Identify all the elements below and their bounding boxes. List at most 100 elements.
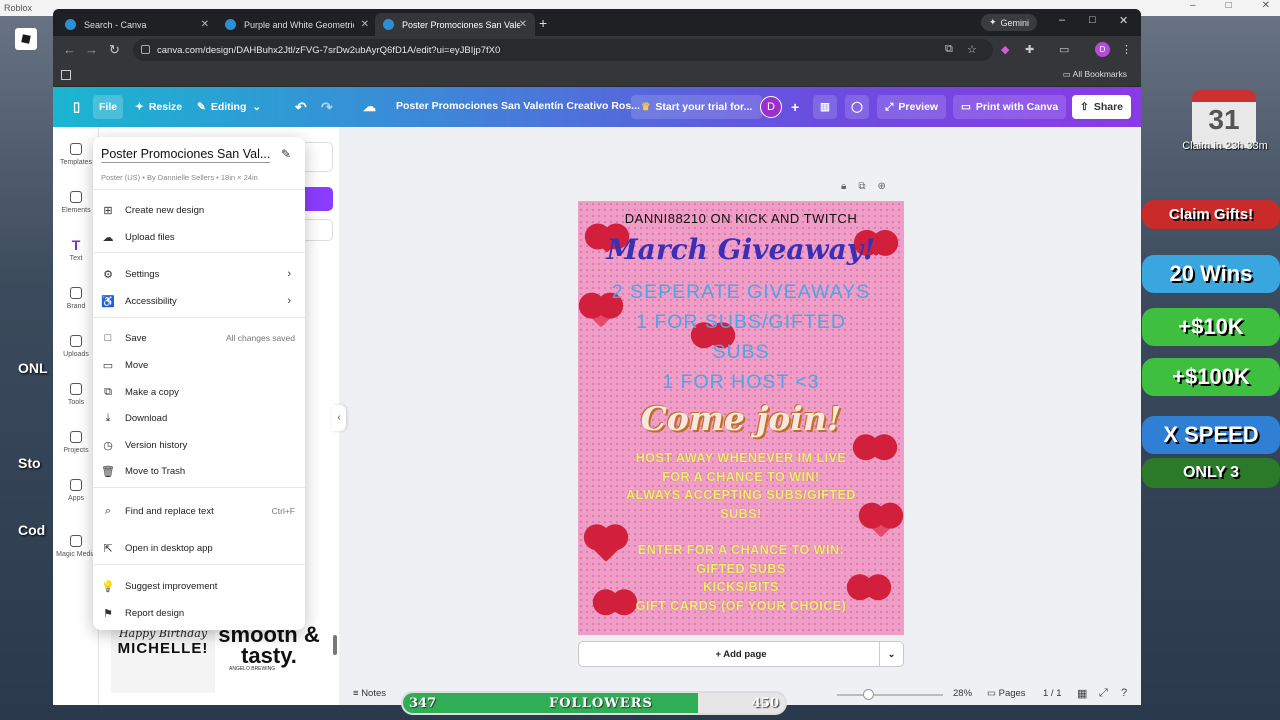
sidebar-toggle-icon[interactable]: ▯ [67,95,86,119]
close-icon[interactable]: ✕ [1262,0,1270,11]
move-folder-icon: ▭ [102,359,114,372]
fullscreen-icon[interactable]: ⤢ [1099,687,1108,700]
menu-create-new-design[interactable]: ⊞ Create new design [101,199,299,221]
forward-icon[interactable]: → [85,42,98,57]
help-icon[interactable]: ? [1121,687,1127,699]
tab-search-canva[interactable]: Search - Canva ✕ [57,13,217,36]
resize-button[interactable]: ✦ Resize [129,95,188,119]
apps-icon [70,479,82,491]
comment-icon[interactable]: ◯ [845,95,869,119]
template-thumbnail[interactable]: Happy Birthday MICHELLE! [111,619,215,693]
menu-version-history[interactable]: ◷ Version history [101,434,299,456]
apps-grid-icon[interactable] [61,70,71,80]
cash-10k-button[interactable]: +$10K [1142,308,1280,346]
profile-avatar[interactable]: D [1095,42,1110,57]
poster-canvas[interactable]: DANNI88210 ON KICK AND TWITCH March Give… [578,201,904,635]
notes-button[interactable]: ≡ Notes [353,688,386,699]
collapse-panel-icon[interactable]: ‹ [332,405,346,431]
panel-primary-button[interactable] [305,187,333,211]
pages-button[interactable]: ▭ Pages [987,688,1026,699]
lock-icon[interactable]: 🔒︎ [841,181,846,192]
template-thumbnail[interactable]: smooth & tasty. ANGELO BREWING [217,619,321,693]
editing-mode-button[interactable]: ✎ Editing ⌄ [191,95,267,119]
grid-view-icon[interactable]: ▦ [1077,687,1087,700]
gemini-button[interactable]: ✦ Gemini [981,14,1038,31]
menu-kebab-icon[interactable]: ⋮ [1121,43,1132,56]
wins-button[interactable]: 20 Wins [1142,255,1280,293]
extension-icon[interactable]: ◆ [1001,43,1009,56]
collaborator-avatar[interactable]: D [760,96,782,118]
roblox-logo-icon[interactable] [15,28,37,50]
tab-purple-geometric[interactable]: Purple and White Geometric Bu ✕ [217,13,377,36]
menu-label: Create new design [125,204,205,216]
chevron-down-icon[interactable]: ⌄ [879,642,903,666]
menu-settings[interactable]: ⚙ Settings › [101,263,299,285]
maximize-icon[interactable]: □ [1089,14,1096,26]
address-bar[interactable]: canva.com/design/DAHBuhx2Jtl/zFVG-7srDw2… [133,39,993,61]
design-title[interactable]: Poster Promociones San Valentín Creativo… [396,100,640,112]
roblox-left-label: Cod [18,522,46,538]
back-icon[interactable]: ← [63,42,76,57]
add-page-button[interactable]: + Add page ⌄ [578,641,904,667]
poster-text-line: ENTER FOR A CHANCE TO WIN: [637,543,845,557]
print-with-canva-button[interactable]: ▭ Print with Canva [953,95,1067,119]
menu-find-and-replace[interactable]: ⌕ Find and replace text Ctrl+F [101,496,299,526]
preview-button[interactable]: ⤢ Preview [877,95,947,119]
menu-download[interactable]: ⤓ Download [101,407,299,429]
all-bookmarks[interactable]: ▭ All Bookmarks [1063,69,1127,80]
undo-icon[interactable]: ↶ [289,95,313,119]
new-tab-icon[interactable]: + [539,15,547,31]
maximize-icon[interactable]: □ [1226,0,1232,11]
file-menu-title[interactable]: Poster Promociones San Val... [101,147,271,163]
rename-pencil-icon[interactable]: ✎ [281,147,291,161]
menu-save[interactable]: □ Save All changes saved [101,327,299,349]
divider [93,564,305,565]
menu-move[interactable]: ▭ Move [101,354,299,376]
add-page-icon[interactable]: ⊕ [877,181,885,192]
roblox-left-label: ONL [18,360,48,376]
zoom-level[interactable]: 28% [953,688,972,699]
page-tools: 🔒︎ ⧉ ⊕ [841,181,886,192]
duplicate-page-icon[interactable]: ⧉ [858,181,865,192]
menu-report-design[interactable]: ⚑ Report design [101,602,299,624]
cloud-sync-icon[interactable]: ☁ [357,95,382,119]
close-icon[interactable]: ✕ [1119,14,1128,27]
close-tab-icon[interactable]: ✕ [361,19,369,30]
tab-poster[interactable]: Poster Promociones San Valentín ✕ [375,13,535,36]
zoom-slider[interactable] [837,694,943,696]
poster-text-line: SUBS [712,341,770,363]
close-tab-icon[interactable]: ✕ [519,19,527,30]
close-tab-icon[interactable]: ✕ [201,19,209,30]
scroll-thumb[interactable] [333,635,337,655]
menu-upload-files[interactable]: ☁ Upload files [101,226,299,248]
share-button[interactable]: ⇧ Share [1072,95,1131,119]
rail-label: Text [69,255,83,262]
panel-search-field[interactable] [305,142,333,172]
zoom-slider-handle[interactable] [863,689,874,700]
menu-suggest-improvement[interactable]: 💡 Suggest improvement [101,575,299,597]
redo-icon[interactable]: ↷ [315,95,339,119]
cash-100k-button[interactable]: +$100K [1142,358,1280,396]
panel-scrollbar[interactable] [333,255,337,655]
add-collaborator-icon[interactable]: + [785,95,805,119]
site-info-icon[interactable] [141,45,150,54]
extensions-puzzle-icon[interactable]: ✚ [1025,43,1034,56]
claim-gifts-button[interactable]: Claim Gifts! [1142,200,1280,229]
minimize-icon[interactable]: – [1059,14,1065,26]
reload-icon[interactable]: ↻ [109,42,120,58]
minimize-icon[interactable]: – [1190,0,1196,11]
file-menu-button[interactable]: File [93,95,124,119]
menu-move-to-trash[interactable]: 🗑 Move to Trash [101,460,299,482]
lightbulb-icon: 💡 [101,580,115,593]
chevron-right-icon: › [287,268,291,280]
menu-make-a-copy[interactable]: ⧉ Make a copy [101,381,299,403]
speed-button[interactable]: X SPEED [1142,416,1280,454]
insights-chart-icon[interactable]: ▥ [813,95,837,119]
panel-secondary-field[interactable] [305,219,333,241]
side-panel-icon[interactable]: ▭ [1059,43,1069,56]
start-trial-button[interactable]: ♛ Start your trial for... [631,95,763,119]
menu-accessibility[interactable]: ♿ Accessibility › [101,290,299,312]
translate-icon[interactable]: ⧉ [945,43,953,56]
menu-open-desktop-app[interactable]: ⇱ Open in desktop app [101,537,299,559]
bookmark-star-icon[interactable]: ☆ [967,43,977,56]
